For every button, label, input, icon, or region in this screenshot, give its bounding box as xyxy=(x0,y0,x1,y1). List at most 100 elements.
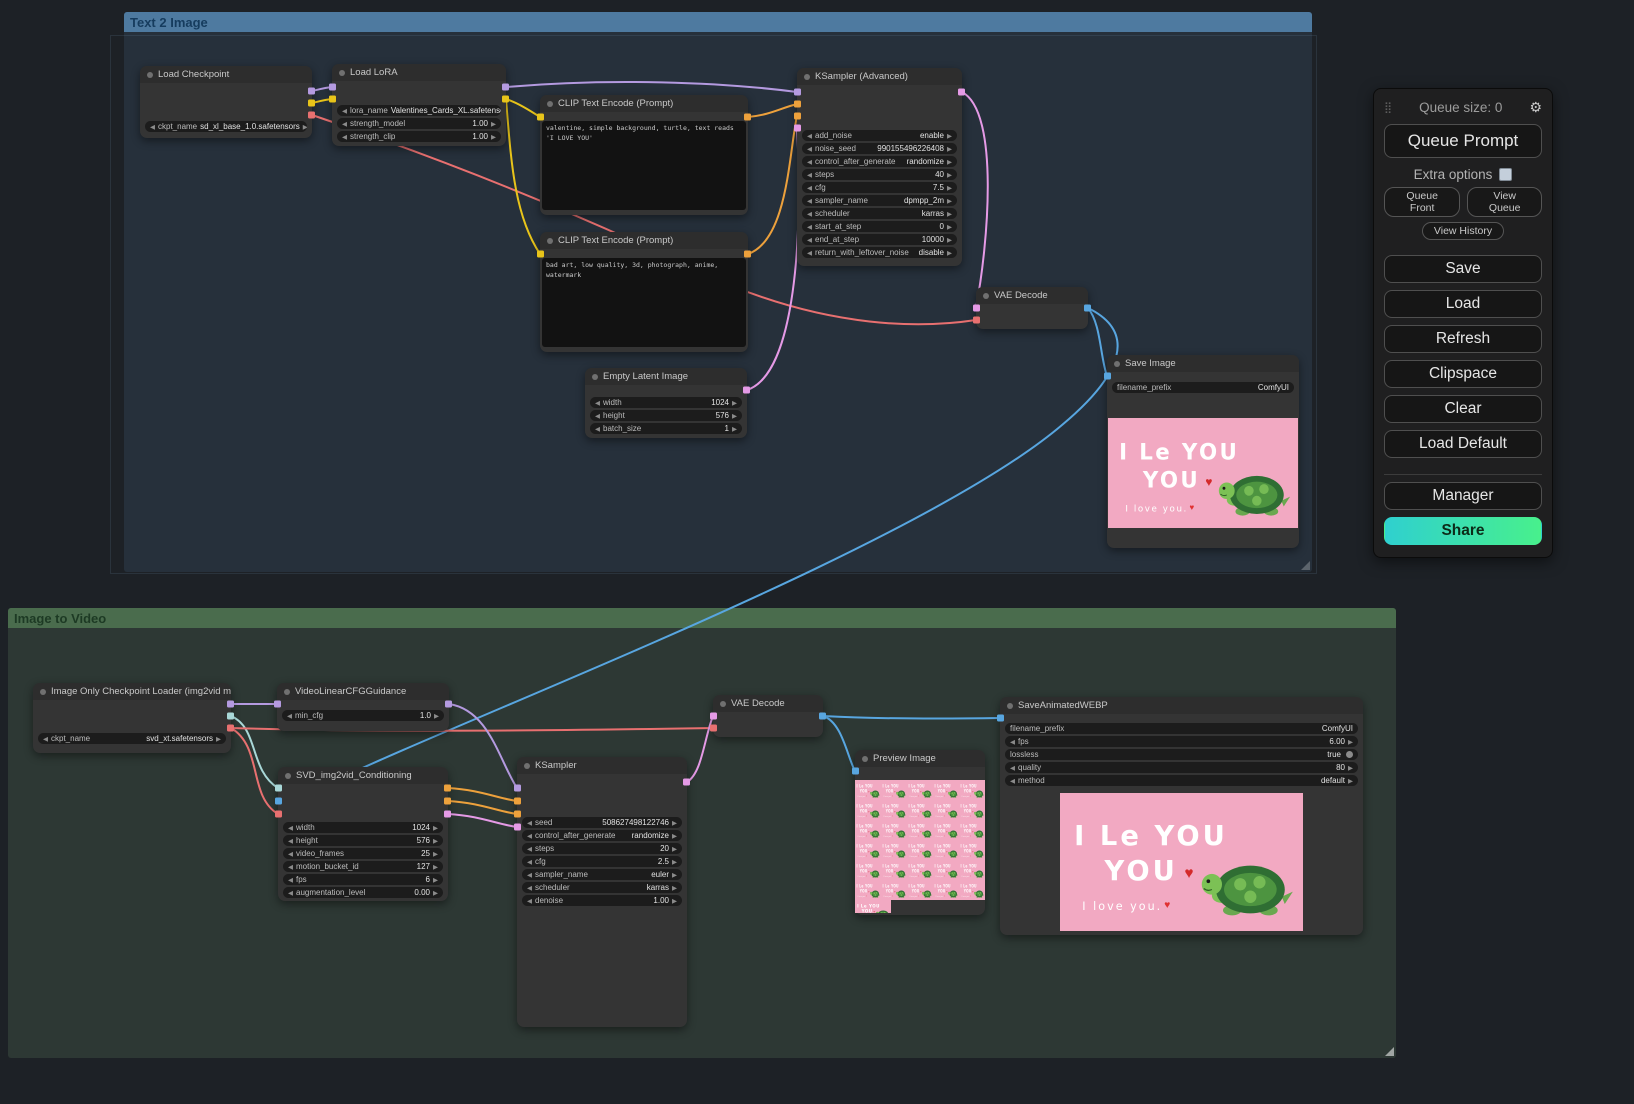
drag-handle-icon[interactable]: ⣿ xyxy=(1384,101,1392,114)
node-svd-img2vid-conditioning[interactable]: SVD_img2vid_Conditioning ◀width1024▶ ◀heig… xyxy=(278,767,448,901)
widget-control_after_generate[interactable]: ◀control_after_generaterandomize▶ xyxy=(522,830,682,841)
widget-steps[interactable]: ◀steps20▶ xyxy=(522,843,682,854)
conditioning-output-slot[interactable] xyxy=(744,251,751,258)
clip-input-slot[interactable] xyxy=(329,96,336,103)
latent-output-slot[interactable] xyxy=(958,89,965,96)
node-empty-latent-image[interactable]: Empty Latent Image◀width1024▶◀height576▶… xyxy=(585,368,747,438)
vae-input-slot[interactable] xyxy=(973,317,980,324)
node-save-image[interactable]: Save Image filename_prefixComfyUI xyxy=(1107,355,1299,548)
widget-filename_prefix[interactable]: filename_prefixComfyUI xyxy=(1112,382,1294,393)
widget-cfg[interactable]: ◀cfg7.5▶ xyxy=(802,182,957,193)
latent-output-slot[interactable] xyxy=(743,387,750,394)
group-resize-handle[interactable] xyxy=(1301,561,1310,570)
node-ksampler[interactable]: KSampler◀seed508627498122746▶◀control_af… xyxy=(517,757,687,1027)
node-title-bar[interactable]: KSampler xyxy=(517,757,687,774)
node-title-bar[interactable]: CLIP Text Encode (Prompt) xyxy=(540,95,748,112)
prompt-textarea[interactable]: bad art, low quality, 3d, photograph, an… xyxy=(542,258,746,347)
node-title-bar[interactable]: CLIP Text Encode (Prompt) xyxy=(540,232,748,249)
node-ksampler-advanced[interactable]: KSampler (Advanced)◀add_noiseenable▶◀noi… xyxy=(797,68,962,266)
image-input-slot[interactable] xyxy=(852,768,859,775)
image-input-slot[interactable] xyxy=(997,715,1004,722)
group-text2image-header[interactable]: Text 2 Image xyxy=(124,12,1312,32)
group-resize-handle[interactable] xyxy=(1385,1047,1394,1056)
widget-height[interactable]: ◀height576▶ xyxy=(283,835,443,846)
node-video-linear-cfg-guidance[interactable]: VideoLinearCFGGuidance◀min_cfg1.0▶ xyxy=(277,683,449,731)
node-title-bar[interactable]: VideoLinearCFGGuidance xyxy=(277,683,449,700)
widget-video_frames[interactable]: ◀video_frames25▶ xyxy=(283,848,443,859)
vae-output-slot[interactable] xyxy=(227,725,234,732)
widget-width[interactable]: ◀width1024▶ xyxy=(283,822,443,833)
model-input-slot[interactable] xyxy=(794,89,801,96)
node-clip-text-encode-positive[interactable]: CLIP Text Encode (Prompt) valentine, simp… xyxy=(540,95,748,215)
widget-filename_prefix[interactable]: filename_prefixComfyUI xyxy=(1005,723,1358,734)
widget-motion_bucket_id[interactable]: ◀motion_bucket_id127▶ xyxy=(283,861,443,872)
widget-steps[interactable]: ◀steps40▶ xyxy=(802,169,957,180)
conditioning-output-slot[interactable] xyxy=(444,785,451,792)
node-title-bar[interactable]: Image Only Checkpoint Loader (img2vid mo… xyxy=(33,683,231,700)
node-load-checkpoint[interactable]: Load Checkpoint ◀ckpt_namesd_xl_base_1.0.… xyxy=(140,66,312,138)
widget-ckpt_name[interactable]: ◀ckpt_namesvd_xt.safetensors▶ xyxy=(38,733,226,744)
latent-output-slot[interactable] xyxy=(444,811,451,818)
clear-button[interactable]: Clear xyxy=(1384,395,1542,423)
clip_vision-input-slot[interactable] xyxy=(275,785,282,792)
queue-prompt-button[interactable]: Queue Prompt xyxy=(1384,124,1542,158)
node-vae-decode-video[interactable]: VAE Decode xyxy=(713,695,823,737)
node-title-bar[interactable]: Load Checkpoint xyxy=(140,66,312,83)
model-output-slot[interactable] xyxy=(308,88,315,95)
widget-noise_seed[interactable]: ◀noise_seed990155496226408▶ xyxy=(802,143,957,154)
conditioning-input-slot[interactable] xyxy=(514,811,521,818)
widget-sampler_name[interactable]: ◀sampler_nameeuler▶ xyxy=(522,869,682,880)
model-input-slot[interactable] xyxy=(514,785,521,792)
node-image-only-checkpoint-loader[interactable]: Image Only Checkpoint Loader (img2vid mo… xyxy=(33,683,231,753)
widget-sampler_name[interactable]: ◀sampler_namedpmpp_2m▶ xyxy=(802,195,957,206)
model-output-slot[interactable] xyxy=(445,701,452,708)
widget-scheduler[interactable]: ◀schedulerkarras▶ xyxy=(522,882,682,893)
node-title-bar[interactable]: Load LoRA xyxy=(332,64,506,81)
widget-denoise[interactable]: ◀denoise1.00▶ xyxy=(522,895,682,906)
clip_vision-output-slot[interactable] xyxy=(227,713,234,720)
conditioning-input-slot[interactable] xyxy=(794,113,801,120)
prompt-textarea[interactable]: valentine, simple background, turtle, te… xyxy=(542,121,746,210)
node-vae-decode[interactable]: VAE Decode xyxy=(976,287,1088,329)
model-input-slot[interactable] xyxy=(274,701,281,708)
widget-batch_size[interactable]: ◀batch_size1▶ xyxy=(590,423,742,434)
view-queue-button[interactable]: View Queue xyxy=(1467,187,1542,217)
vae-output-slot[interactable] xyxy=(308,112,315,119)
widget-strength_clip[interactable]: ◀strength_clip1.00▶ xyxy=(337,131,501,142)
refresh-button[interactable]: Refresh xyxy=(1384,325,1542,353)
widget-fps[interactable]: ◀fps6.00▶ xyxy=(1005,736,1358,747)
widget-height[interactable]: ◀height576▶ xyxy=(590,410,742,421)
widget-start_at_step[interactable]: ◀start_at_step0▶ xyxy=(802,221,957,232)
clip-output-slot[interactable] xyxy=(502,96,509,103)
latent-input-slot[interactable] xyxy=(973,305,980,312)
node-title-bar[interactable]: VAE Decode xyxy=(976,287,1088,304)
graph-canvas[interactable]: I Le YOU YOU I love you. ♥ ♥ xyxy=(0,0,1634,1104)
widget-quality[interactable]: ◀quality80▶ xyxy=(1005,762,1358,773)
node-clip-text-encode-negative[interactable]: CLIP Text Encode (Prompt) bad art, low qu… xyxy=(540,232,748,352)
image-input-slot[interactable] xyxy=(1104,373,1111,380)
clipspace-button[interactable]: Clipspace xyxy=(1384,360,1542,388)
widget-lossless[interactable]: losslesstrue xyxy=(1005,749,1358,760)
node-preview-image[interactable]: Preview Image xyxy=(855,750,985,915)
node-title-bar[interactable]: KSampler (Advanced) xyxy=(797,68,962,85)
settings-gear-icon[interactable]: ⚙ xyxy=(1529,99,1542,116)
widget-return_with_leftover_noise[interactable]: ◀return_with_leftover_noisedisable▶ xyxy=(802,247,957,258)
model-input-slot[interactable] xyxy=(329,84,336,91)
widget-ckpt_name[interactable]: ◀ckpt_namesd_xl_base_1.0.safetensors▶ xyxy=(145,121,307,132)
image-output-slot[interactable] xyxy=(1084,305,1091,312)
widget-strength_model[interactable]: ◀strength_model1.00▶ xyxy=(337,118,501,129)
clip-input-slot[interactable] xyxy=(537,251,544,258)
latent-output-slot[interactable] xyxy=(683,779,690,786)
widget-control_after_generate[interactable]: ◀control_after_generaterandomize▶ xyxy=(802,156,957,167)
conditioning-input-slot[interactable] xyxy=(794,101,801,108)
conditioning-output-slot[interactable] xyxy=(444,798,451,805)
view-history-button[interactable]: View History xyxy=(1422,222,1504,240)
node-load-lora[interactable]: Load LoRA◀lora_nameValentines_Cards_XL.s… xyxy=(332,64,506,146)
vae-input-slot[interactable] xyxy=(275,811,282,818)
vae-input-slot[interactable] xyxy=(710,725,717,732)
widget-augmentation_level[interactable]: ◀augmentation_level0.00▶ xyxy=(283,887,443,898)
node-title-bar[interactable]: SVD_img2vid_Conditioning xyxy=(278,767,448,784)
save-button[interactable]: Save xyxy=(1384,255,1542,283)
node-title-bar[interactable]: VAE Decode xyxy=(713,695,823,712)
group-image2video-header[interactable]: Image to Video xyxy=(8,608,1396,628)
